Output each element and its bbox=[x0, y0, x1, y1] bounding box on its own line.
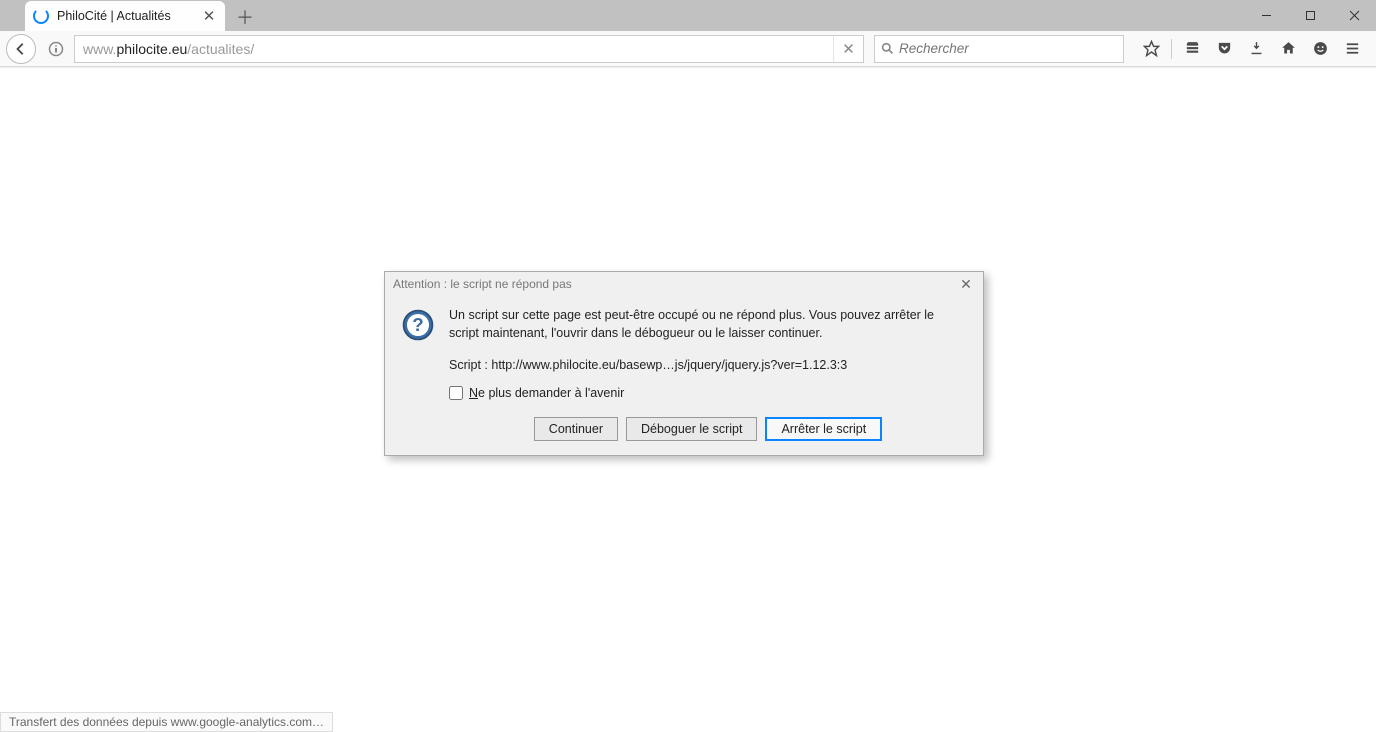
window-maximize-button[interactable] bbox=[1288, 0, 1332, 31]
bookmark-star-icon[interactable] bbox=[1136, 34, 1166, 64]
library-icon[interactable] bbox=[1177, 34, 1207, 64]
dont-ask-label[interactable]: Ne plus demander à l'avenir bbox=[469, 384, 624, 402]
window-close-button[interactable] bbox=[1332, 0, 1376, 31]
url-bar[interactable]: www.philocite.eu/actualites/ ✕ bbox=[74, 35, 864, 63]
status-bar: Transfert des données depuis www.google-… bbox=[0, 712, 333, 732]
new-tab-button[interactable]: ＋ bbox=[231, 3, 259, 31]
search-input[interactable] bbox=[899, 41, 1117, 56]
continue-button[interactable]: Continuer bbox=[534, 417, 618, 441]
tab-strip: PhiloCité | Actualités ✕ ＋ bbox=[0, 0, 1376, 31]
dialog-title: Attention : le script ne répond pas bbox=[393, 277, 572, 291]
urlbar-stop-button[interactable]: ✕ bbox=[833, 36, 863, 62]
search-bar[interactable] bbox=[874, 35, 1124, 63]
loading-spinner-icon bbox=[33, 8, 49, 24]
toolbar-separator bbox=[1171, 39, 1172, 59]
dialog-script-path: Script : http://www.philocite.eu/basewp…… bbox=[449, 356, 967, 374]
window-controls bbox=[1244, 0, 1376, 31]
downloads-icon[interactable] bbox=[1241, 34, 1271, 64]
svg-text:?: ? bbox=[412, 314, 423, 335]
search-icon bbox=[881, 42, 894, 55]
browser-toolbar: www.philocite.eu/actualites/ ✕ bbox=[0, 31, 1376, 67]
question-icon: ? bbox=[401, 308, 435, 342]
dialog-close-button[interactable]: ✕ bbox=[957, 275, 975, 293]
pocket-icon[interactable] bbox=[1209, 34, 1239, 64]
tab-close-button[interactable]: ✕ bbox=[201, 8, 217, 24]
site-identity-icon[interactable] bbox=[44, 37, 68, 61]
dont-ask-checkbox[interactable] bbox=[449, 386, 463, 400]
hamburger-menu-icon[interactable] bbox=[1337, 34, 1367, 64]
toolbar-icons bbox=[1136, 34, 1367, 64]
smiley-icon[interactable] bbox=[1305, 34, 1335, 64]
unresponsive-script-dialog: Attention : le script ne répond pas ✕ ? … bbox=[384, 271, 984, 456]
page-content: Attention : le script ne répond pas ✕ ? … bbox=[0, 67, 1376, 732]
dialog-message: Un script sur cette page est peut-être o… bbox=[449, 306, 967, 342]
window-minimize-button[interactable] bbox=[1244, 0, 1288, 31]
tab-title: PhiloCité | Actualités bbox=[57, 9, 201, 23]
dialog-titlebar: Attention : le script ne répond pas ✕ bbox=[385, 272, 983, 296]
back-button[interactable] bbox=[6, 34, 36, 64]
debug-script-button[interactable]: Déboguer le script bbox=[626, 417, 757, 441]
browser-tab[interactable]: PhiloCité | Actualités ✕ bbox=[25, 1, 225, 31]
stop-script-button[interactable]: Arrêter le script bbox=[765, 417, 882, 441]
url-text[interactable]: www.philocite.eu/actualites/ bbox=[75, 41, 833, 57]
home-icon[interactable] bbox=[1273, 34, 1303, 64]
